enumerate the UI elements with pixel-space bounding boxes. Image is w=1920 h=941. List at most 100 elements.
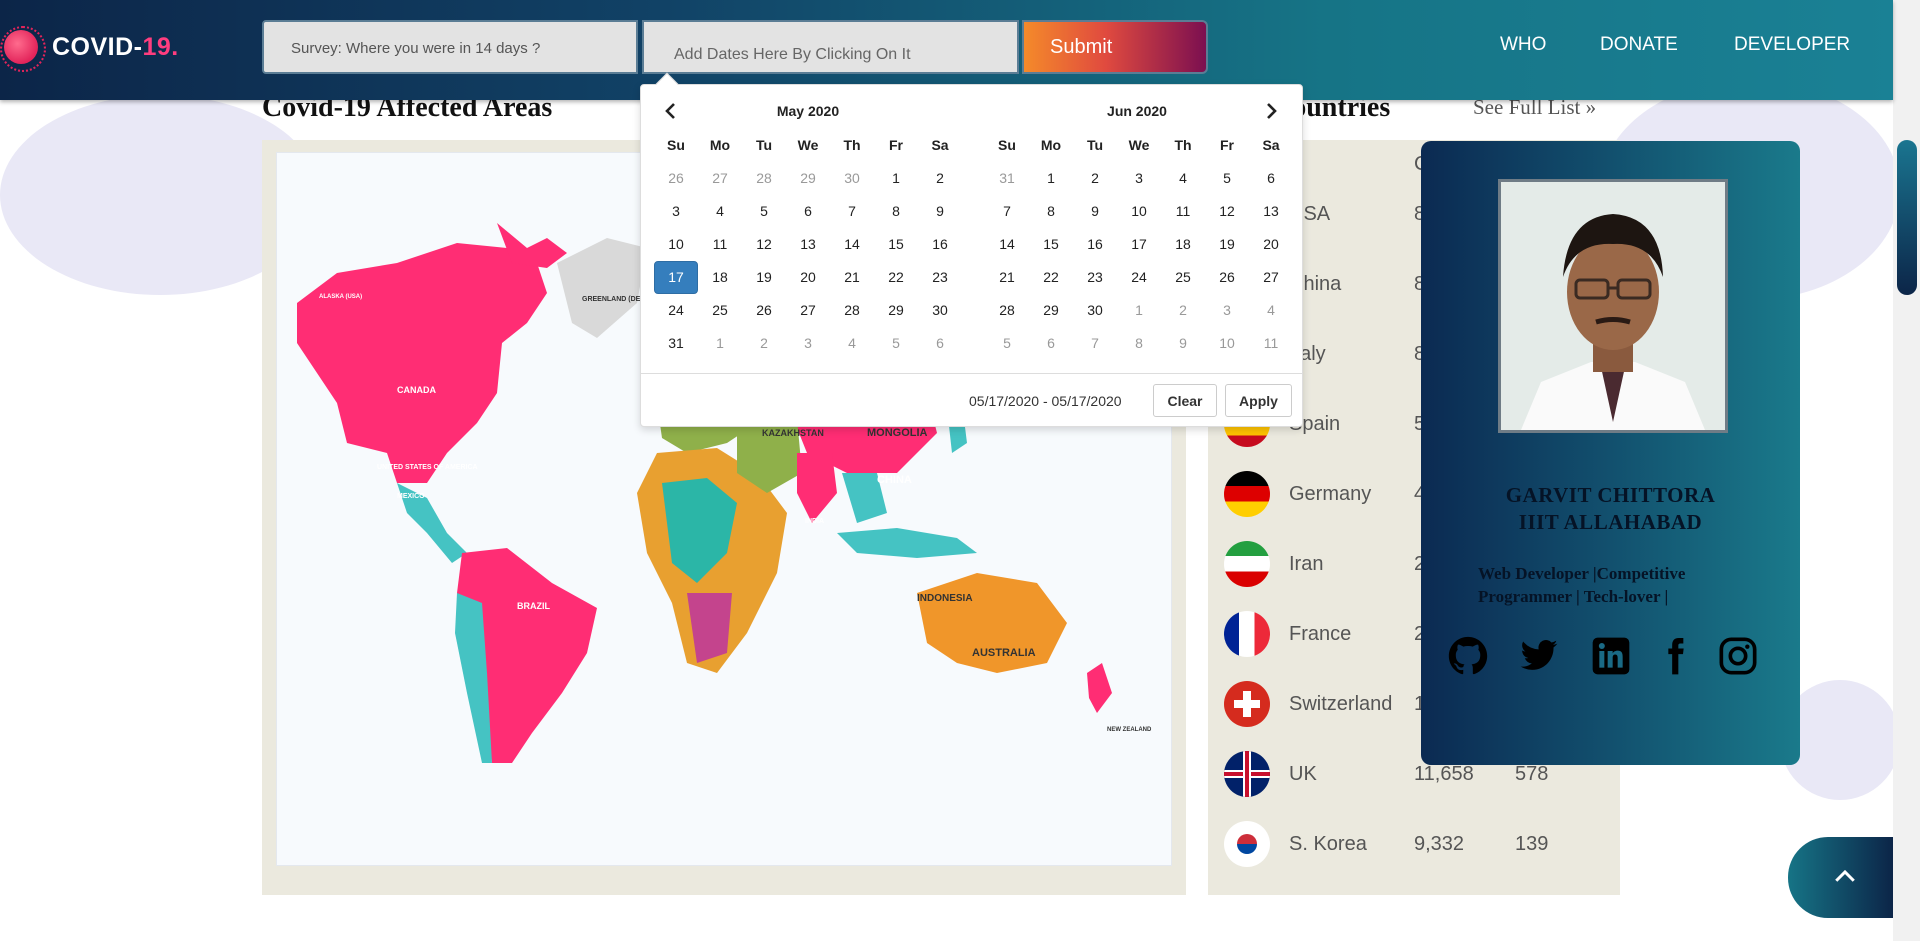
- calendar-day[interactable]: 23: [1073, 261, 1117, 294]
- calendar-day[interactable]: 2: [1073, 162, 1117, 195]
- calendar-day[interactable]: 13: [786, 228, 830, 261]
- nav-who[interactable]: WHO: [1500, 34, 1546, 56]
- next-month-button[interactable]: [1259, 99, 1283, 123]
- calendar-day[interactable]: 5: [742, 195, 786, 228]
- calendar-day[interactable]: 10: [654, 228, 698, 261]
- calendar-day[interactable]: 3: [1205, 294, 1249, 327]
- calendar-day[interactable]: 24: [1117, 261, 1161, 294]
- calendar-day[interactable]: 15: [1029, 228, 1073, 261]
- survey-field[interactable]: Survey: Where you were in 14 days ?: [262, 20, 638, 74]
- calendar-day[interactable]: 26: [654, 162, 698, 195]
- instagram-icon[interactable]: [1718, 636, 1758, 676]
- calendar-day[interactable]: 26: [1205, 261, 1249, 294]
- calendar-day[interactable]: 9: [1161, 327, 1205, 360]
- calendar-day[interactable]: 17: [654, 261, 698, 294]
- calendar-day[interactable]: 11: [1249, 327, 1293, 360]
- calendar-day[interactable]: 1: [874, 162, 918, 195]
- calendar-day[interactable]: 1: [1029, 162, 1073, 195]
- calendar-day[interactable]: 4: [830, 327, 874, 360]
- calendar-day[interactable]: 28: [742, 162, 786, 195]
- calendar-day[interactable]: 22: [1029, 261, 1073, 294]
- calendar-day[interactable]: 31: [985, 162, 1029, 195]
- calendar-day[interactable]: 4: [1249, 294, 1293, 327]
- calendar-day[interactable]: 15: [874, 228, 918, 261]
- github-icon[interactable]: [1448, 636, 1488, 676]
- calendar-day[interactable]: 11: [1161, 195, 1205, 228]
- calendar-day[interactable]: 8: [1117, 327, 1161, 360]
- calendar-day[interactable]: 29: [1029, 294, 1073, 327]
- scrollbar-thumb[interactable]: [1897, 140, 1917, 295]
- calendar-day[interactable]: 29: [786, 162, 830, 195]
- calendar-day[interactable]: 3: [654, 195, 698, 228]
- calendar-day[interactable]: 8: [874, 195, 918, 228]
- calendar-day[interactable]: 31: [654, 327, 698, 360]
- twitter-icon[interactable]: [1519, 636, 1559, 676]
- clear-button[interactable]: Clear: [1153, 384, 1217, 417]
- calendar-day[interactable]: 25: [1161, 261, 1205, 294]
- calendar-day[interactable]: 16: [1073, 228, 1117, 261]
- calendar-day[interactable]: 11: [698, 228, 742, 261]
- calendar-day[interactable]: 27: [1249, 261, 1293, 294]
- calendar-day[interactable]: 30: [918, 294, 962, 327]
- calendar-day[interactable]: 2: [918, 162, 962, 195]
- calendar-day[interactable]: 6: [1029, 327, 1073, 360]
- calendar-day[interactable]: 6: [786, 195, 830, 228]
- calendar-day[interactable]: 10: [1117, 195, 1161, 228]
- calendar-day[interactable]: 21: [830, 261, 874, 294]
- calendar-day[interactable]: 6: [918, 327, 962, 360]
- site-logo[interactable]: COVID-19.: [0, 26, 179, 72]
- calendar-day[interactable]: 3: [786, 327, 830, 360]
- calendar-day[interactable]: 5: [1205, 162, 1249, 195]
- calendar-day[interactable]: 14: [830, 228, 874, 261]
- calendar-day[interactable]: 3: [1117, 162, 1161, 195]
- calendar-day[interactable]: 14: [985, 228, 1029, 261]
- calendar-day[interactable]: 7: [830, 195, 874, 228]
- calendar-day[interactable]: 16: [918, 228, 962, 261]
- calendar-day[interactable]: 7: [985, 195, 1029, 228]
- calendar-day[interactable]: 25: [698, 294, 742, 327]
- scroll-to-top-button[interactable]: [1788, 837, 1893, 918]
- calendar-day[interactable]: 29: [874, 294, 918, 327]
- facebook-icon[interactable]: [1655, 636, 1695, 676]
- calendar-day[interactable]: 28: [830, 294, 874, 327]
- calendar-day[interactable]: 28: [985, 294, 1029, 327]
- calendar-day[interactable]: 1: [698, 327, 742, 360]
- calendar-day[interactable]: 30: [1073, 294, 1117, 327]
- calendar-day[interactable]: 19: [1205, 228, 1249, 261]
- calendar-day[interactable]: 23: [918, 261, 962, 294]
- calendar-day[interactable]: 24: [654, 294, 698, 327]
- submit-button[interactable]: Submit: [1022, 20, 1208, 74]
- calendar-day[interactable]: 8: [1029, 195, 1073, 228]
- calendar-day[interactable]: 4: [1161, 162, 1205, 195]
- country-row[interactable]: S. Korea 9,332 139: [1224, 821, 1604, 871]
- calendar-day[interactable]: 2: [742, 327, 786, 360]
- calendar-day[interactable]: 22: [874, 261, 918, 294]
- dates-input[interactable]: [642, 20, 1019, 74]
- linkedin-icon[interactable]: [1591, 636, 1631, 676]
- calendar-day[interactable]: 13: [1249, 195, 1293, 228]
- calendar-day[interactable]: 1: [1117, 294, 1161, 327]
- calendar-day[interactable]: 5: [874, 327, 918, 360]
- calendar-day[interactable]: 18: [698, 261, 742, 294]
- calendar-day[interactable]: 5: [985, 327, 1029, 360]
- calendar-day[interactable]: 6: [1249, 162, 1293, 195]
- calendar-day[interactable]: 26: [742, 294, 786, 327]
- calendar-day[interactable]: 17: [1117, 228, 1161, 261]
- calendar-day[interactable]: 27: [698, 162, 742, 195]
- calendar-day[interactable]: 4: [698, 195, 742, 228]
- calendar-day[interactable]: 21: [985, 261, 1029, 294]
- calendar-day[interactable]: 19: [742, 261, 786, 294]
- calendar-day[interactable]: 12: [742, 228, 786, 261]
- calendar-day[interactable]: 7: [1073, 327, 1117, 360]
- calendar-day[interactable]: 20: [786, 261, 830, 294]
- calendar-day[interactable]: 30: [830, 162, 874, 195]
- nav-developer[interactable]: DEVELOPER: [1734, 34, 1850, 56]
- calendar-day[interactable]: 9: [918, 195, 962, 228]
- calendar-day[interactable]: 9: [1073, 195, 1117, 228]
- calendar-day[interactable]: 10: [1205, 327, 1249, 360]
- prev-month-button[interactable]: [659, 99, 683, 123]
- calendar-day[interactable]: 2: [1161, 294, 1205, 327]
- calendar-day[interactable]: 18: [1161, 228, 1205, 261]
- calendar-day[interactable]: 20: [1249, 228, 1293, 261]
- calendar-day[interactable]: 12: [1205, 195, 1249, 228]
